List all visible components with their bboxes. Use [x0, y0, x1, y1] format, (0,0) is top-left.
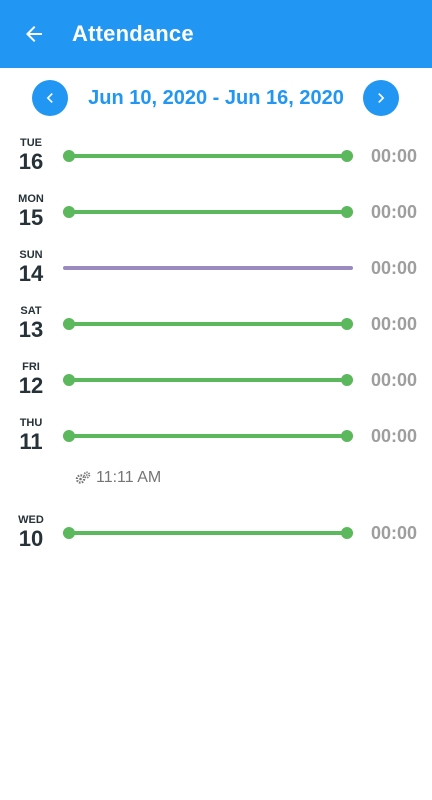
check-in-dot: [63, 374, 75, 386]
day-row-tue-16[interactable]: TUE 16 00:00: [0, 134, 432, 190]
attendance-track: [63, 210, 353, 214]
attendance-track: [63, 378, 353, 382]
day-of-week: WED: [18, 514, 44, 526]
attendance-track: [63, 154, 353, 158]
back-button[interactable]: [18, 18, 50, 50]
day-off-track: [63, 266, 353, 270]
day-row-mon-15[interactable]: MON 15 00:00: [0, 190, 432, 246]
check-out-dot: [341, 150, 353, 162]
attendance-track: [63, 531, 353, 535]
attendance-event[interactable]: 11:11 AM: [75, 468, 161, 488]
check-out-dot: [341, 527, 353, 539]
hours-worked: 00:00: [370, 146, 417, 166]
check-in-dot: [63, 150, 75, 162]
check-in-dot: [63, 318, 75, 330]
day-number: 12: [18, 373, 44, 398]
hours-worked: 00:00: [370, 523, 417, 543]
attendance-track: [63, 434, 353, 438]
day-of-week: FRI: [22, 361, 40, 373]
day-number: 11: [19, 429, 43, 454]
check-in-dot: [63, 430, 75, 442]
day-row-wed-10[interactable]: WED 10 00:00: [0, 511, 432, 567]
check-in-dot: [63, 206, 75, 218]
attendance-track: [63, 322, 353, 326]
day-row-fri-12[interactable]: FRI 12 00:00: [0, 358, 432, 414]
arrow-left-icon: [26, 26, 42, 42]
day-row-thu-11[interactable]: THU 11 00:00: [0, 414, 432, 470]
hours-worked: 00:00: [370, 202, 417, 222]
day-row-sat-13[interactable]: SAT 13 00:00: [0, 302, 432, 358]
check-out-dot: [341, 318, 353, 330]
hours-worked: 00:00: [370, 426, 417, 446]
date-range-bar: Jun 10, 2020 - Jun 16, 2020: [0, 68, 432, 128]
day-of-week: SUN: [19, 249, 43, 261]
chevron-right-icon: [378, 93, 385, 103]
gears-icon: [75, 471, 91, 484]
day-of-week: SAT: [20, 305, 42, 317]
check-out-dot: [341, 374, 353, 386]
day-of-week: MON: [18, 193, 44, 205]
day-number: 14: [18, 261, 44, 286]
day-number: 16: [18, 149, 44, 174]
hours-worked: 00:00: [370, 314, 417, 334]
event-time: 11:11 AM: [96, 469, 162, 486]
hours-worked: 00:00: [370, 370, 417, 390]
day-of-week: TUE: [20, 137, 42, 149]
app-bar: Attendance: [0, 0, 432, 68]
check-in-dot: [63, 527, 75, 539]
next-week-button[interactable]: [363, 80, 399, 116]
hours-worked: 00:00: [370, 258, 417, 278]
check-out-dot: [341, 206, 353, 218]
check-out-dot: [341, 430, 353, 442]
day-number: 10: [18, 526, 44, 551]
day-number: 15: [18, 205, 44, 230]
day-of-week: THU: [19, 417, 43, 429]
day-number: 13: [18, 317, 44, 342]
page-title: Attendance: [72, 21, 194, 46]
day-row-sun-14[interactable]: SUN 14 00:00: [0, 246, 432, 302]
